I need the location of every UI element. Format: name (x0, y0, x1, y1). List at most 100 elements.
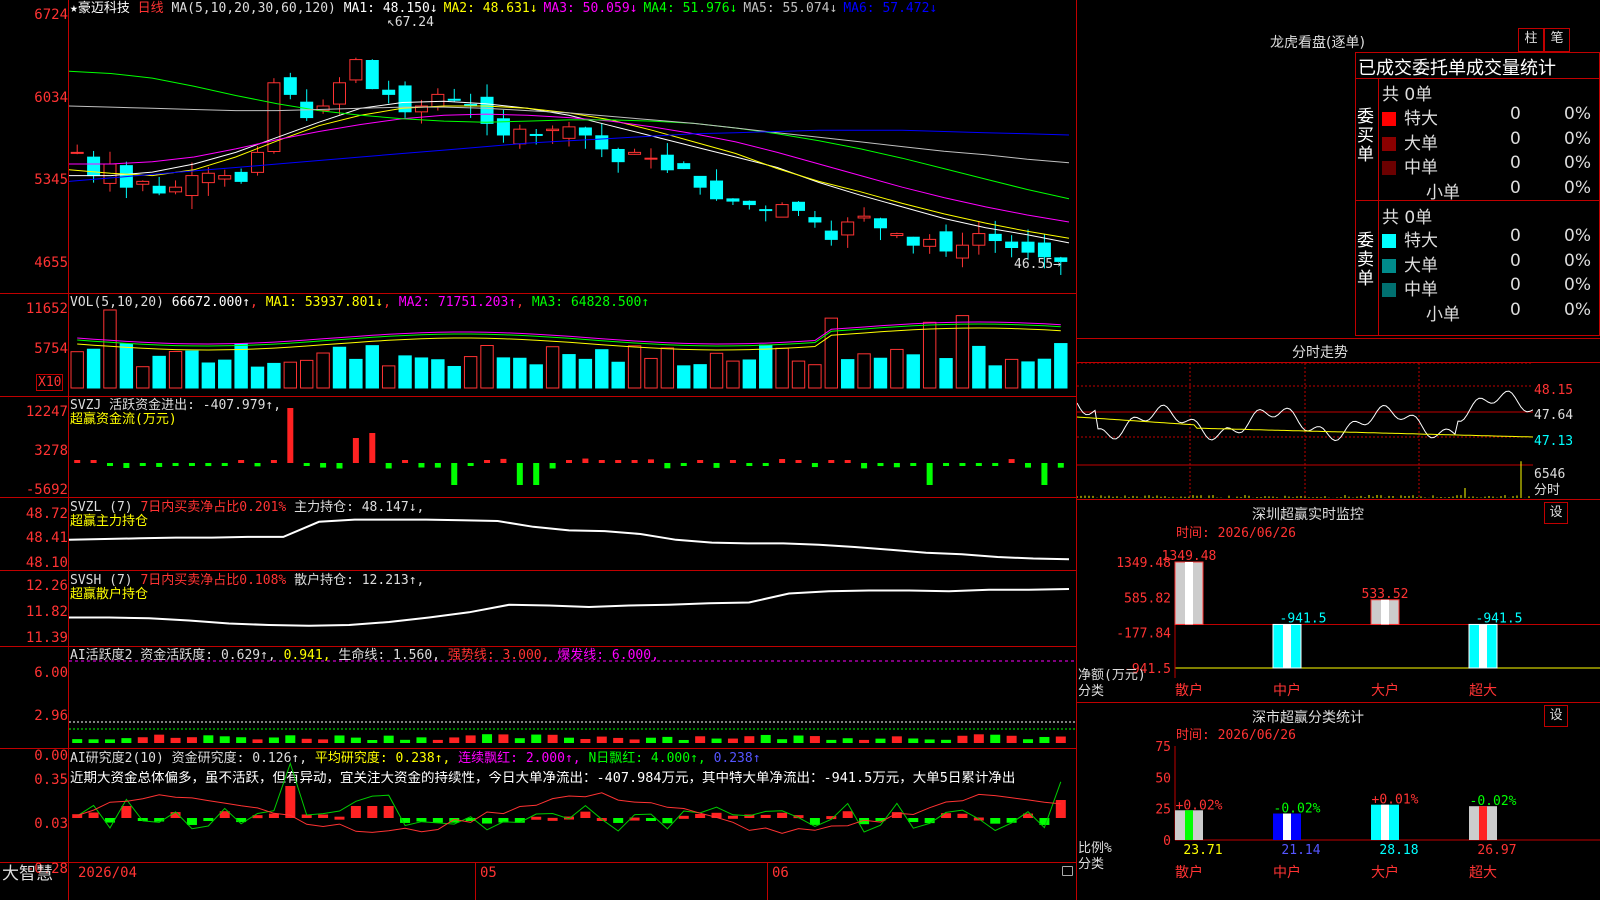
monitor-category: 中户 (1273, 682, 1301, 699)
activity-bar (121, 738, 132, 743)
candle-body (890, 233, 904, 237)
monitor-chart[interactable]: 1349.48585.82-177.84-941.51349.48散户-941.… (1077, 540, 1600, 702)
fund-flow-bar (238, 460, 245, 463)
monitor-time: 时间: 2026/06/26 (1176, 526, 1296, 541)
fund-flow-chart[interactable] (69, 397, 1076, 497)
monitor-settings-button[interactable]: 设 (1544, 502, 1568, 524)
fund-flow-bar (975, 463, 982, 466)
sell-total: 共 0单 (1382, 208, 1433, 228)
volume-bar (808, 364, 822, 389)
ma-value: MA4: 51.976↓ (643, 1, 738, 16)
monitor-value-label: 533.52 (1362, 587, 1409, 602)
divider (1378, 78, 1379, 336)
holding-line (69, 588, 1070, 627)
candle-body (152, 185, 166, 194)
candle-body (759, 209, 773, 212)
monitor-value-label: 1349.48 (1162, 549, 1217, 564)
price-axis-label: 6034 (34, 90, 68, 106)
classify-category: 超大 (1469, 865, 1497, 881)
order-count: 0 (1510, 299, 1521, 320)
fund-flow-bar (106, 463, 113, 466)
fund-flow-bar (172, 463, 179, 466)
volume-bar (1004, 358, 1019, 389)
fund-flow-bar (893, 463, 900, 468)
candle-body (480, 96, 494, 124)
activity-bar (400, 739, 411, 743)
activity-bar (662, 736, 673, 743)
intraday-chart[interactable] (1077, 363, 1533, 498)
classify-settings-button[interactable]: 设 (1544, 705, 1568, 727)
order-row: 大单 0 0% (1382, 251, 1598, 276)
candle-body (939, 231, 953, 252)
candle-body (742, 200, 756, 206)
volume-bar (1054, 343, 1068, 389)
period-label[interactable]: 日线 (138, 1, 164, 16)
lock-icon[interactable] (1062, 866, 1073, 876)
tab-orders[interactable]: 委托单 (1412, 58, 1466, 79)
ai2-axis-label: 0.03 (34, 816, 68, 832)
classify-chart[interactable]: 75 50 25 0 +0.02% 23.71 散户 -0.02% 21.14 中户 +0.01% 2… (1077, 740, 1600, 900)
vol-ma-line (77, 327, 1061, 351)
volume-bar (136, 366, 150, 389)
classify-title: 深市超赢分类统计 (1252, 710, 1364, 726)
candle-body (792, 201, 806, 211)
fund-flow-bar (746, 463, 753, 466)
activity-bar (498, 734, 509, 743)
activity-bar (186, 737, 197, 743)
fund-flow-bar (221, 463, 228, 466)
monitor-bar-shine (1283, 624, 1291, 668)
volume-bar (709, 352, 724, 389)
stock-name[interactable]: ★豪迈科技 (70, 1, 130, 16)
lhb-tabs: 已成交委托单成交量统计 (1358, 54, 1556, 80)
volume-bar (70, 351, 84, 389)
fund-flow-bar (943, 463, 950, 466)
bar-mode-button[interactable]: 柱 (1518, 28, 1544, 52)
svsh-axis-label: 11.82 (25, 604, 68, 620)
intraday-vol: 6546 (1534, 467, 1566, 482)
tick-mode-button[interactable]: 笔 (1544, 28, 1570, 52)
ma-values: MA1: 48.150↓ MA2: 48.631↓ MA3: 50.059↓ MA4:… (344, 1, 944, 16)
monitor-axis-label: 585.82 (1124, 591, 1171, 606)
order-percent: 0% (1564, 250, 1591, 271)
fund-flow-bar (582, 458, 589, 463)
candle-body (628, 151, 642, 155)
order-percent: 0% (1564, 104, 1591, 124)
brand-logo[interactable]: 大智慧 (2, 864, 53, 884)
month-label: 05 (480, 865, 497, 881)
research-bar (318, 814, 329, 818)
volume-bar (463, 356, 478, 389)
intraday-tab[interactable]: 分时 (1534, 483, 1560, 498)
activity-bar (432, 739, 443, 743)
activity-chart[interactable] (69, 647, 1076, 748)
research-bar (842, 811, 853, 818)
volume-bar (283, 361, 298, 389)
retail-holding-chart[interactable] (69, 571, 1076, 646)
classify-value-label: 21.14 (1281, 843, 1320, 858)
tab-filled[interactable]: 已成交 (1358, 58, 1412, 79)
activity-bar (268, 737, 279, 743)
volume-chart[interactable] (69, 294, 1076, 396)
candle-body (595, 135, 609, 150)
research-bar (531, 816, 542, 820)
activity-bar (547, 734, 558, 743)
candle-body (349, 59, 363, 81)
fund-flow-bar (1025, 463, 1032, 468)
volume-bar (922, 321, 937, 389)
order-percent: 0% (1564, 299, 1591, 320)
candlestick-chart[interactable] (69, 16, 1076, 292)
candle-body (562, 126, 576, 139)
fund-flow-bar (1057, 463, 1064, 468)
main-holding-chart[interactable] (69, 498, 1076, 570)
ma-value: MA2: 48.631↓ (443, 1, 538, 16)
research-bar (777, 812, 788, 818)
activity-bar (908, 738, 919, 743)
research-chart[interactable] (69, 749, 1076, 862)
activity-bar (1039, 736, 1050, 743)
fund-flow-bar (418, 463, 425, 468)
divider (1077, 702, 1600, 703)
activity-bar (744, 736, 755, 743)
divider (1077, 499, 1600, 500)
fund-flow-bar (664, 463, 671, 469)
activity-bar (957, 735, 968, 743)
tab-volume-stats[interactable]: 成交量统计 (1466, 58, 1556, 79)
